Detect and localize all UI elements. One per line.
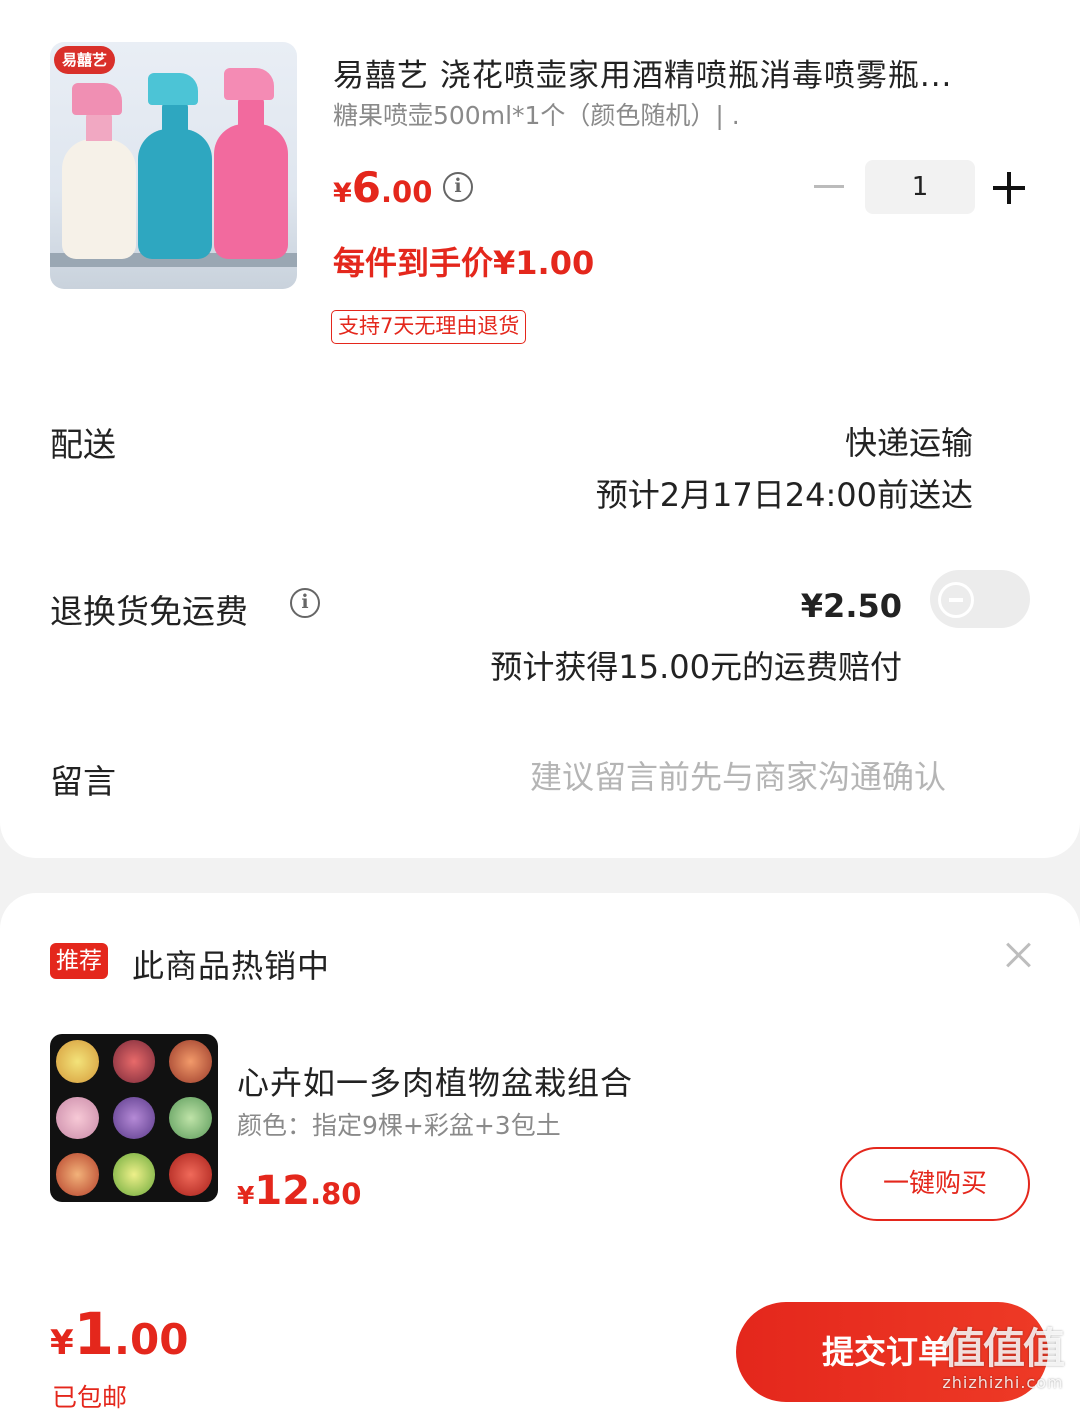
recommend-title: 此商品热销中 [132,947,331,985]
rec-price-integer: 12 [254,1168,311,1214]
bottle-white [62,83,136,259]
product-image[interactable]: 易囍艺 [50,42,297,289]
total-currency: ¥ [50,1323,74,1363]
watermark-sub: zhizhizhi.com [942,1373,1064,1392]
delivery-eta: 预计2月17日24:00前送达 [595,476,973,514]
price-decimal: .00 [381,175,433,209]
decrease-quantity-button[interactable] [814,185,844,188]
rec-price-decimal: .80 [310,1177,362,1211]
brand-badge: 易囍艺 [54,46,116,74]
bottle-blue [138,73,212,259]
return-shipping-info-icon[interactable]: i [290,588,320,618]
return-shipping-note: 预计获得15.00元的运费赔付 [490,648,902,686]
total-decimal: .00 [114,1315,189,1364]
rec-price-currency: ¥ [237,1181,255,1210]
final-price-label: 每件到手价¥1.00 [333,244,595,282]
delivery-method[interactable]: 快递运输 [845,418,973,464]
checkout-bar: ¥1.00 已包邮 提交订单 [0,1286,1080,1413]
return-policy-badge: 支持7天无理由退货 [331,310,527,344]
watermark-main: 值值值 [942,1324,1065,1373]
product-spec[interactable]: 糖果喷壶500ml*1个（颜色随机）| . [333,96,740,132]
return-shipping-toggle[interactable] [930,570,1030,628]
message-label: 留言 [50,762,116,801]
price-integer: 6 [351,163,382,212]
increase-quantity-button[interactable] [993,172,1025,204]
delivery-label: 配送 [50,425,116,464]
total-price: ¥1.00 [50,1300,188,1368]
bottle-pink [214,68,288,259]
total-integer: 1 [73,1300,115,1368]
recommend-item-price: ¥12.80 [237,1168,361,1214]
watermark: 值值值 zhizhizhi.com [928,1324,1078,1393]
price-currency: ¥ [333,178,352,209]
one-click-buy-button[interactable]: 一键购买 [840,1147,1030,1221]
recommend-tag: 推荐 [50,943,108,979]
toggle-off-icon [938,582,974,618]
recommend-item-spec: 颜色：指定9棵+彩盆+3包土 [237,1111,561,1140]
product-price: ¥6.00 [333,163,432,212]
quantity-input[interactable]: 1 [865,160,975,214]
recommend-item-image[interactable] [50,1034,218,1202]
close-icon[interactable] [1006,942,1032,968]
price-info-icon[interactable]: i [443,172,473,202]
return-shipping-label: 退换货免运费 [50,592,248,631]
message-input[interactable]: 建议留言前先与商家沟通确认 [530,752,946,798]
product-title[interactable]: 易囍艺 浇花喷壶家用酒精喷瓶消毒喷雾瓶... [333,50,1033,95]
recommend-item-name[interactable]: 心卉如一多肉植物盆栽组合 [237,1058,633,1104]
free-shipping-note: 已包邮 [52,1383,128,1412]
order-card: 易囍艺 易囍艺 浇花喷壶家用酒精喷瓶消毒喷雾瓶... 糖果喷壶500ml*1个（… [0,0,1080,858]
return-shipping-price: ¥2.50 [800,587,902,625]
